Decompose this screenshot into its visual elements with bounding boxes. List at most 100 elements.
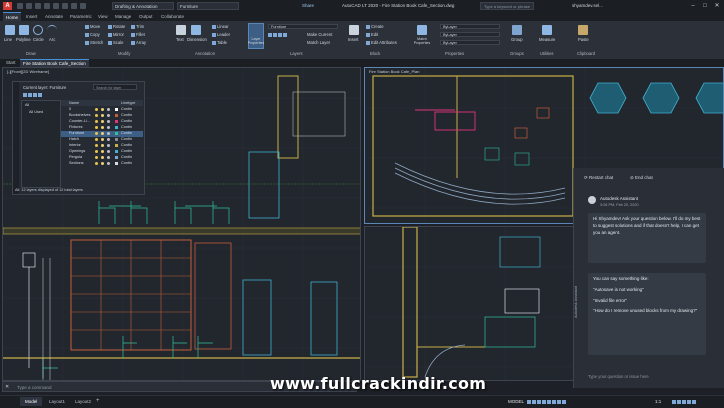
- add-layout-icon[interactable]: +: [96, 397, 100, 406]
- layer-off-icon[interactable]: [268, 32, 272, 37]
- new-vp-freeze-icon[interactable]: [28, 92, 32, 97]
- layer-row[interactable]: Fixtures Contin: [61, 125, 143, 131]
- layer-color-swatch[interactable]: [115, 108, 118, 111]
- match-properties-button[interactable]: Match Properties: [411, 37, 433, 45]
- model-space-toggle[interactable]: MODEL: [508, 397, 524, 406]
- layer-freeze-icon[interactable]: [101, 120, 104, 123]
- tab-insert[interactable]: Insert: [23, 12, 40, 21]
- workspace-icon[interactable]: [672, 399, 676, 404]
- save-icon[interactable]: [35, 3, 41, 9]
- layer-freeze-icon[interactable]: [101, 144, 104, 147]
- move-button[interactable]: Move: [85, 24, 100, 29]
- lineweight-combo[interactable]: ByLayer: [440, 32, 500, 37]
- layer-lock-icon[interactable]: [107, 126, 110, 129]
- layer-freeze-icon[interactable]: [101, 114, 104, 117]
- layer-filter-tree[interactable]: All All Used: [21, 100, 61, 188]
- layer-lock-icon[interactable]: [107, 114, 110, 117]
- tab-collaborate[interactable]: Collaborate: [158, 12, 187, 21]
- layer-linetype[interactable]: Contin: [121, 125, 132, 131]
- layer-linetype[interactable]: Contin: [121, 143, 132, 149]
- layer-lock-icon[interactable]: [107, 150, 110, 153]
- layer-linetype[interactable]: Contin: [121, 131, 132, 137]
- polyline-icon[interactable]: [19, 25, 29, 35]
- layer-color-swatch[interactable]: [115, 132, 118, 135]
- layer-freeze-icon[interactable]: [101, 138, 104, 141]
- undo-icon[interactable]: [62, 3, 68, 9]
- app-logo[interactable]: A: [3, 2, 12, 10]
- layer-row[interactable]: Sections Contin: [61, 161, 143, 167]
- group-icon[interactable]: [512, 25, 522, 35]
- layer-color-swatch[interactable]: [115, 120, 118, 123]
- tab-layout1[interactable]: Layout1: [44, 397, 70, 406]
- tab-manage[interactable]: Manage: [112, 12, 134, 21]
- layer-freeze-icon[interactable]: [101, 150, 104, 153]
- transparency-icon[interactable]: [557, 399, 561, 404]
- layer-row[interactable]: Counter-Li... Contin: [61, 119, 143, 125]
- layer-lock-icon[interactable]: [107, 120, 110, 123]
- filter-all-used[interactable]: All Used: [29, 110, 43, 114]
- tab-layout2[interactable]: Layout2: [70, 397, 96, 406]
- layer-on-icon[interactable]: [95, 126, 98, 129]
- layer-lock-icon[interactable]: [107, 132, 110, 135]
- make-current-button[interactable]: Make Current: [307, 32, 332, 37]
- customize-icon[interactable]: [692, 399, 696, 404]
- column-name[interactable]: Name: [69, 100, 79, 106]
- tab-view[interactable]: View: [95, 12, 111, 21]
- layer-color-swatch[interactable]: [115, 156, 118, 159]
- lineweight-icon[interactable]: [552, 399, 556, 404]
- layer-row[interactable]: 0 Contin: [61, 107, 143, 113]
- match-layer-button[interactable]: Match Layer: [307, 40, 330, 45]
- grid-icon[interactable]: [527, 399, 531, 404]
- assistant-chat-panel[interactable]: ⟳ Restart chat ⊘ End chat Autodesk Assis…: [573, 168, 724, 388]
- osnap-icon[interactable]: [547, 399, 551, 404]
- measure-icon[interactable]: [542, 25, 552, 35]
- layer-linetype[interactable]: Contin: [121, 149, 132, 155]
- create-block-button[interactable]: Create: [366, 24, 384, 29]
- layer-linetype[interactable]: Contin: [121, 155, 132, 161]
- layer-color-swatch[interactable]: [115, 150, 118, 153]
- save-as-icon[interactable]: [44, 3, 50, 9]
- layer-linetype[interactable]: Contin: [121, 119, 132, 125]
- layer-lock-icon[interactable]: [107, 156, 110, 159]
- insert-icon[interactable]: [349, 25, 359, 35]
- layer-linetype[interactable]: Contin: [121, 137, 132, 143]
- color-combo[interactable]: ByLayer: [440, 24, 500, 29]
- fillet-button[interactable]: Fillet: [131, 32, 145, 37]
- paste-icon[interactable]: [578, 25, 588, 35]
- layer-row[interactable]: Bookshelves Contin: [61, 113, 143, 119]
- arc-button[interactable]: Arc: [49, 37, 55, 42]
- suggestion-unused-blocks[interactable]: "How do I remove unused blocks from my d…: [593, 308, 701, 315]
- rotate-button[interactable]: Rotate: [108, 24, 125, 29]
- match-properties-icon[interactable]: [417, 25, 427, 35]
- maximize-button[interactable]: □: [700, 1, 710, 11]
- trim-button[interactable]: Trim: [131, 24, 144, 29]
- redo-icon[interactable]: [71, 3, 77, 9]
- layer-freeze-icon[interactable]: [101, 132, 104, 135]
- layer-freeze-icon[interactable]: [101, 108, 104, 111]
- stretch-button[interactable]: Stretch: [85, 40, 103, 45]
- layer-on-icon[interactable]: [95, 138, 98, 141]
- viewport-right-bottom[interactable]: [364, 226, 574, 381]
- selection-cycle-icon[interactable]: [562, 399, 566, 404]
- line-button[interactable]: Line: [4, 37, 12, 42]
- new-layer-icon[interactable]: [23, 92, 27, 97]
- leader-button[interactable]: Leader: [212, 32, 230, 37]
- suggestion-autosave[interactable]: "Autosave is not working": [593, 287, 701, 294]
- layer-row[interactable]: Hatch Contin: [61, 137, 143, 143]
- column-linetype[interactable]: Linetype: [121, 100, 135, 106]
- layer-linetype[interactable]: Contin: [121, 107, 132, 113]
- viewport-left[interactable]: [-][Front][2D Wireframe] Current layer: …: [2, 67, 361, 381]
- layer-linetype[interactable]: Contin: [121, 161, 132, 167]
- array-button[interactable]: Array: [131, 40, 146, 45]
- layer-on-icon[interactable]: [95, 150, 98, 153]
- layer-color-swatch[interactable]: [115, 162, 118, 165]
- layer-lock-icon[interactable]: [107, 108, 110, 111]
- layer-row[interactable]: Interior Contin: [61, 143, 143, 149]
- layer-properties-button[interactable]: [248, 23, 264, 49]
- linetype-combo[interactable]: ByLayer: [440, 40, 500, 45]
- copy-button[interactable]: Copy: [85, 32, 100, 37]
- scale-button[interactable]: Scale: [108, 40, 123, 45]
- text-button[interactable]: Text: [176, 37, 184, 42]
- user-name[interactable]: shyamdev.sel...: [572, 2, 603, 10]
- doc-tab-start[interactable]: Start: [3, 59, 19, 67]
